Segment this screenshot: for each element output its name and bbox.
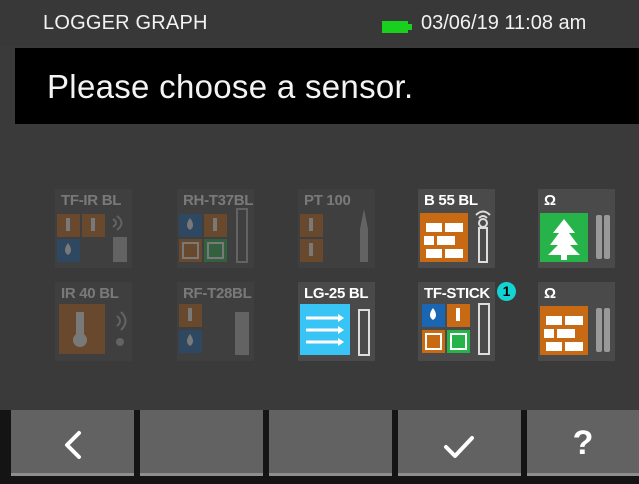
probe-icon [236,208,248,263]
sensor-label: RF-T28BL [183,285,252,302]
blank-button-1[interactable] [140,410,263,476]
instruction-banner: Please choose a sensor. [15,48,639,124]
battery-icon [382,21,412,33]
sensor-tile-lg-25-bl[interactable]: LG-25 BL [298,282,375,361]
question-icon: ? [572,424,594,462]
sensor-tile-b-55-bl[interactable]: B 55 BL [418,189,495,268]
confirm-button[interactable] [398,410,521,476]
sensor-label: LG-25 BL [304,285,369,302]
sensor-tile-rf-t28bl[interactable]: RF-T28BL [177,282,254,361]
instruction-text: Please choose a sensor. [47,68,414,105]
sensor-label: Ω [544,192,556,209]
sensor-label: B 55 BL [424,192,478,209]
probe-icon [235,312,249,355]
probe-icon [113,237,127,262]
wireless-icon [112,215,123,231]
sensor-grid: TF-IR BL RH-T37BL PT 100 B 55 BL Ω IR 40… [0,124,639,410]
sensor-label: Ω [544,285,556,302]
blank-button-2[interactable] [269,410,392,476]
bottom-nav-bar: ? [0,410,639,484]
status-bar: LOGGER GRAPH 03/06/19 11:08 am [0,0,639,46]
sensor-tile-resistance-wood[interactable]: Ω [538,189,615,268]
sensor-tile-ir-40-bl[interactable]: IR 40 BL [55,282,132,361]
electrode-pins-icon [596,215,610,259]
sensor-label: PT 100 [304,192,351,209]
chevron-left-icon [65,431,81,459]
electrode-pins-icon [596,308,610,352]
wireless-icon [116,311,127,331]
screen-title: LOGGER GRAPH [43,12,208,34]
sensor-tile-rh-t37bl[interactable]: RH-T37BL [177,189,254,268]
needle-probe-icon [360,209,368,262]
sensor-tile-pt-100[interactable]: PT 100 [298,189,375,268]
sensor-tile-tf-ir-bl[interactable]: TF-IR BL [55,189,132,268]
sensor-count-badge: 1 [497,282,516,301]
sensor-tile-tf-stick[interactable]: TF-STICK 1 [418,282,516,361]
back-button[interactable] [11,410,134,476]
help-button[interactable]: ? [527,410,639,476]
sensor-label: RH-T37BL [183,192,254,209]
sensor-label: TF-STICK [424,285,490,302]
checkmark-icon [444,436,474,458]
sensor-label: IR 40 BL [61,285,119,302]
stick-probe-icon [478,303,490,355]
datetime-display: 03/06/19 11:08 am [421,12,587,34]
probe-icon [358,309,370,356]
wireless-probe-icon [475,210,491,263]
sensor-tile-resistance-material[interactable]: Ω [538,282,615,361]
sensor-label: TF-IR BL [61,192,122,209]
